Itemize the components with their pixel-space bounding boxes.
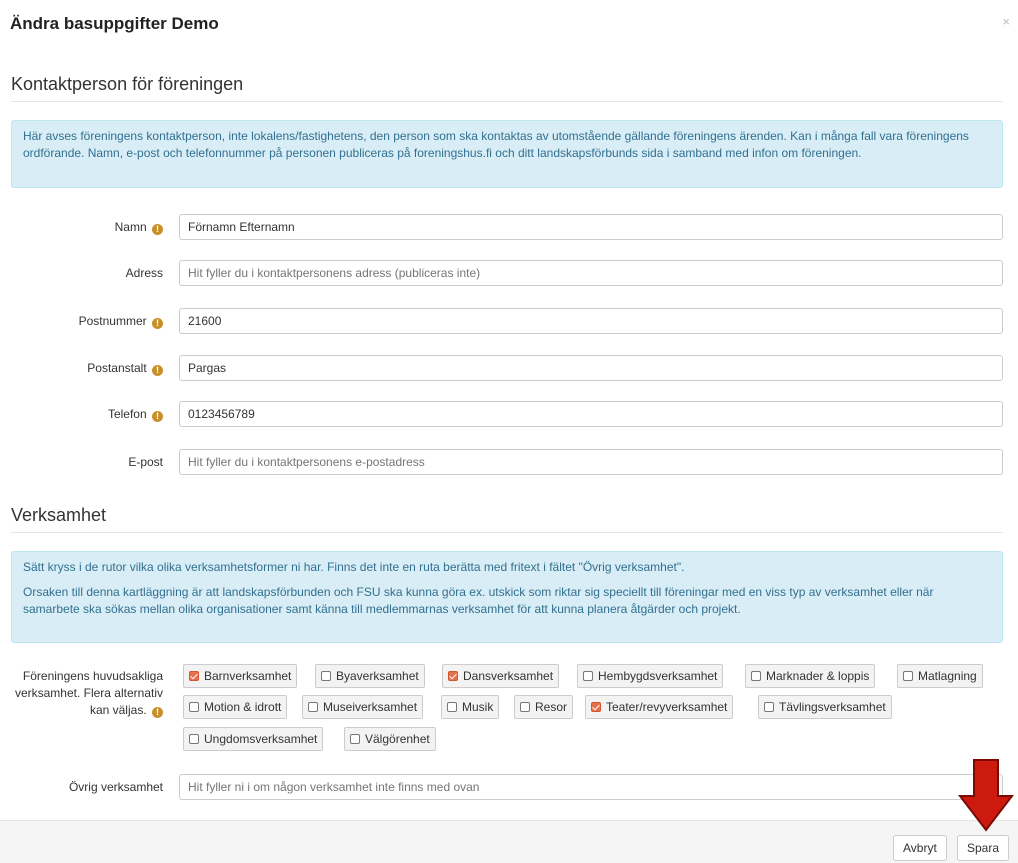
contact-info-text: Här avses föreningens kontaktperson, int… bbox=[23, 129, 969, 160]
checkbox-marknader-loppis[interactable]: Marknader & loppis bbox=[745, 664, 876, 688]
postnummer-input[interactable] bbox=[179, 308, 1003, 334]
modal-header: Ändra basuppgifter Demo × bbox=[0, 0, 1018, 52]
checkbox-dansverksamhet[interactable]: Dansverksamhet bbox=[442, 664, 560, 688]
checkbox-motion-idrott[interactable]: Motion & idrott bbox=[183, 695, 288, 719]
namn-input[interactable] bbox=[179, 214, 1003, 240]
section-divider bbox=[11, 532, 1003, 533]
telefon-input[interactable] bbox=[179, 401, 1003, 427]
exclamation-circle-icon: ! bbox=[152, 707, 163, 718]
epost-label: E-post bbox=[128, 455, 163, 469]
checkbox-matlagning[interactable]: Matlagning bbox=[897, 664, 983, 688]
checkbox-valgorenhet[interactable]: Välgörenhet bbox=[344, 727, 436, 751]
section-divider bbox=[11, 101, 1003, 102]
postanstalt-input[interactable] bbox=[179, 355, 1003, 381]
checkbox-byaverksamhet[interactable]: Byaverksamhet bbox=[315, 664, 425, 688]
activity-info-line2: Orsaken till denna kartläggning är att l… bbox=[23, 585, 934, 616]
checkbox-box[interactable] bbox=[591, 702, 601, 712]
checkbox-box[interactable] bbox=[189, 702, 199, 712]
checkbox-barnverksamhet[interactable]: Barnverksamhet bbox=[183, 664, 298, 688]
checkbox-box[interactable] bbox=[583, 671, 593, 681]
adress-input[interactable] bbox=[179, 260, 1003, 286]
checkbox-teater-revyverksamhet[interactable]: Teater/revyverksamhet bbox=[585, 695, 734, 719]
modal-title: Ändra basuppgifter Demo bbox=[10, 14, 219, 33]
main-activity-label: Föreningens huvudsakliga verksamhet. Fle… bbox=[14, 669, 163, 718]
checkbox-box[interactable] bbox=[189, 671, 199, 681]
checkbox-box[interactable] bbox=[448, 671, 458, 681]
ovrig-verksamhet-input[interactable] bbox=[179, 774, 1003, 800]
telefon-label: Telefon ! bbox=[108, 407, 163, 422]
red-down-arrow-icon bbox=[958, 759, 1014, 832]
exclamation-circle-icon: ! bbox=[152, 318, 163, 329]
checkbox-ungdomsverksamhet[interactable]: Ungdomsverksamhet bbox=[183, 727, 324, 751]
checkbox-box[interactable] bbox=[903, 671, 913, 681]
checkbox-box[interactable] bbox=[189, 734, 199, 744]
exclamation-circle-icon: ! bbox=[152, 411, 163, 422]
namn-label: Namn ! bbox=[115, 220, 163, 235]
checkbox-tavlingsverksamhet[interactable]: Tävlingsverksamhet bbox=[758, 695, 892, 719]
cancel-button[interactable]: Avbryt bbox=[893, 835, 947, 861]
contact-info-alert: Här avses föreningens kontaktperson, int… bbox=[11, 120, 1003, 188]
checkbox-resor[interactable]: Resor bbox=[514, 695, 574, 719]
activity-info-alert: Sätt kryss i de rutor vilka olika verksa… bbox=[11, 551, 1003, 643]
modal-footer bbox=[0, 820, 1018, 863]
activity-section-title: Verksamhet bbox=[11, 505, 107, 525]
activity-info-line1: Sätt kryss i de rutor vilka olika verksa… bbox=[23, 560, 685, 574]
checkbox-musik[interactable]: Musik bbox=[441, 695, 500, 719]
checkbox-box[interactable] bbox=[520, 702, 530, 712]
ovrig-verksamhet-label: Övrig verksamhet bbox=[68, 780, 163, 794]
adress-label: Adress bbox=[125, 266, 163, 280]
checkbox-hembygdsverksamhet[interactable]: Hembygdsverksamhet bbox=[577, 664, 724, 688]
save-button[interactable]: Spara bbox=[957, 835, 1010, 861]
exclamation-circle-icon: ! bbox=[152, 224, 163, 235]
exclamation-circle-icon: ! bbox=[152, 365, 163, 376]
checkbox-box[interactable] bbox=[350, 734, 360, 744]
checkbox-box[interactable] bbox=[308, 702, 318, 712]
checkbox-box[interactable] bbox=[447, 702, 457, 712]
postanstalt-label: Postanstalt ! bbox=[87, 361, 163, 376]
epost-input[interactable] bbox=[179, 449, 1003, 475]
checkbox-museiverksamhet[interactable]: Museiverksamhet bbox=[302, 695, 424, 719]
checkbox-box[interactable] bbox=[751, 671, 761, 681]
postnummer-label: Postnummer ! bbox=[79, 314, 163, 329]
checkbox-box[interactable] bbox=[764, 702, 774, 712]
close-icon[interactable]: × bbox=[1002, 14, 1010, 29]
contact-section-title: Kontaktperson för föreningen bbox=[11, 74, 244, 94]
checkbox-box[interactable] bbox=[321, 671, 331, 681]
